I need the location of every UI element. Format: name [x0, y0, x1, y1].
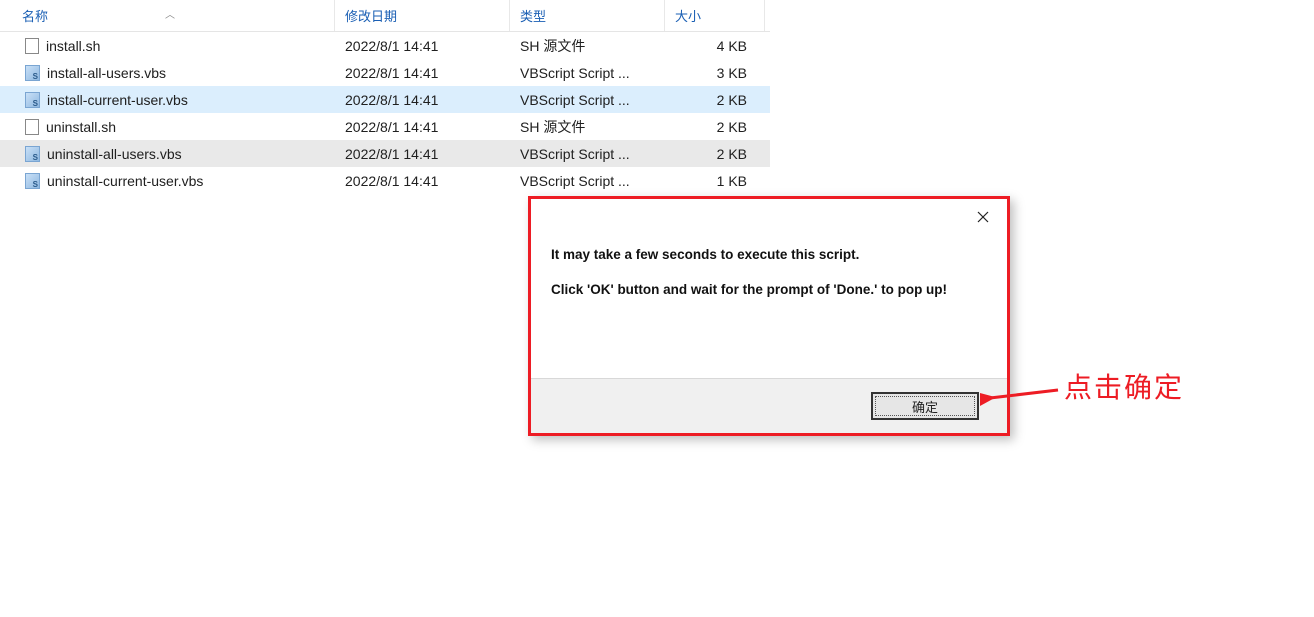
sort-caret-icon: ︿: [165, 6, 175, 21]
file-list: install.sh2022/8/1 14:41SH 源文件4 KBinstal…: [0, 32, 770, 194]
file-row[interactable]: install-all-users.vbs 2022/8/1 14:41VBScr…: [0, 59, 770, 86]
file-name-label: install-all-users.vbs: [47, 65, 166, 81]
header-type-label: 类型: [520, 6, 546, 25]
file-name-cell: uninstall-all-users.vbs: [0, 146, 335, 162]
dialog-body: It may take a few seconds to execute thi…: [531, 237, 1007, 297]
dialog-footer: 确定: [531, 378, 1007, 433]
vbs-file-icon: [25, 146, 40, 162]
file-name-cell: install-current-user.vbs: [0, 92, 335, 108]
file-date: 2022/8/1 14:41: [335, 38, 510, 54]
file-row[interactable]: uninstall-all-users.vbs 2022/8/1 14:41VBS…: [0, 140, 770, 167]
close-button[interactable]: [963, 203, 1003, 231]
file-name-cell: uninstall.sh: [0, 119, 335, 135]
header-date-label: 修改日期: [345, 6, 397, 25]
vbs-file-icon: [25, 92, 40, 108]
file-type: SH 源文件: [510, 36, 665, 56]
file-size: 4 KB: [665, 38, 757, 54]
annotation-text: 点击确定: [1064, 366, 1184, 406]
file-row[interactable]: uninstall-current-user.vbs 2022/8/1 14:41…: [0, 167, 770, 194]
file-name-label: uninstall.sh: [46, 119, 116, 135]
sh-file-icon: [25, 119, 39, 135]
header-name[interactable]: 名称 ︿: [0, 0, 335, 31]
file-name-label: install.sh: [46, 38, 100, 54]
header-date[interactable]: 修改日期: [335, 0, 510, 31]
dialog-titlebar: [531, 199, 1007, 237]
script-dialog: It may take a few seconds to execute thi…: [528, 196, 1010, 436]
header-size-label: 大小: [675, 6, 701, 25]
file-date: 2022/8/1 14:41: [335, 92, 510, 108]
file-type: VBScript Script ...: [510, 92, 665, 108]
close-icon: [977, 211, 989, 223]
file-date: 2022/8/1 14:41: [335, 119, 510, 135]
file-date: 2022/8/1 14:41: [335, 173, 510, 189]
file-type: VBScript Script ...: [510, 173, 665, 189]
column-headers: 名称 ︿ 修改日期 类型 大小: [0, 0, 770, 32]
file-date: 2022/8/1 14:41: [335, 65, 510, 81]
header-name-label: 名称: [22, 6, 48, 25]
file-name-cell: install.sh: [0, 38, 335, 54]
file-date: 2022/8/1 14:41: [335, 146, 510, 162]
file-name-label: install-current-user.vbs: [47, 92, 188, 108]
file-type: VBScript Script ...: [510, 65, 665, 81]
file-name-cell: uninstall-current-user.vbs: [0, 173, 335, 189]
file-type: VBScript Script ...: [510, 146, 665, 162]
dialog-text-1: It may take a few seconds to execute thi…: [551, 247, 987, 262]
ok-button[interactable]: 确定: [871, 392, 979, 420]
file-row[interactable]: install-current-user.vbs 2022/8/1 14:41VB…: [0, 86, 770, 113]
header-size[interactable]: 大小: [665, 0, 765, 31]
file-size: 2 KB: [665, 119, 757, 135]
file-row[interactable]: uninstall.sh 2022/8/1 14:41SH 源文件2 KB: [0, 113, 770, 140]
file-size: 3 KB: [665, 65, 757, 81]
file-row[interactable]: install.sh 2022/8/1 14:41SH 源文件4 KB: [0, 32, 770, 59]
sh-file-icon: [25, 38, 39, 54]
file-name-cell: install-all-users.vbs: [0, 65, 335, 81]
file-explorer: 名称 ︿ 修改日期 类型 大小 install.sh 2022/8/1 14:41…: [0, 0, 770, 194]
file-name-label: uninstall-current-user.vbs: [47, 173, 203, 189]
vbs-file-icon: [25, 65, 40, 81]
dialog-text-2: Click 'OK' button and wait for the promp…: [551, 282, 987, 297]
file-name-label: uninstall-all-users.vbs: [47, 146, 182, 162]
file-size: 2 KB: [665, 146, 757, 162]
file-type: SH 源文件: [510, 117, 665, 137]
vbs-file-icon: [25, 173, 40, 189]
file-size: 2 KB: [665, 92, 757, 108]
header-type[interactable]: 类型: [510, 0, 665, 31]
file-size: 1 KB: [665, 173, 757, 189]
